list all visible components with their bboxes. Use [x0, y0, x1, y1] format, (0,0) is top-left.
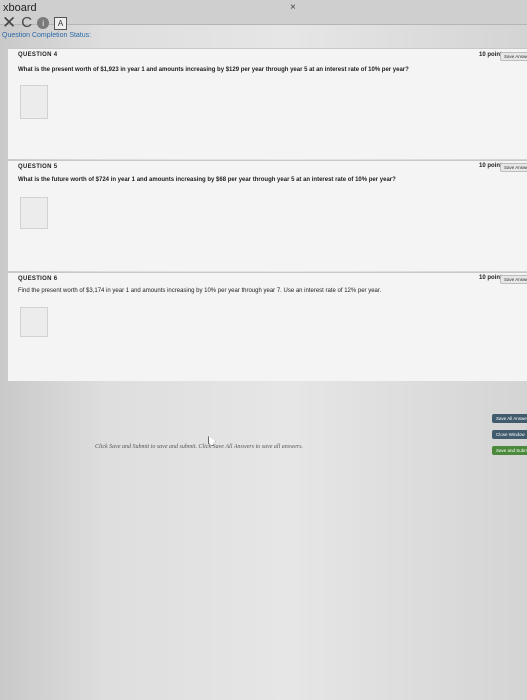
close-icon[interactable]: ✕ [2, 14, 16, 31]
save-all-answers-button[interactable]: Save All Answers [492, 414, 527, 423]
question-text: What is the future worth of $724 in year… [18, 177, 396, 183]
question-header: QUESTION 4 [18, 52, 58, 58]
save-answer-button[interactable]: Save Answer [500, 163, 527, 172]
submit-instructions: Click Save and Submit to save and submit… [95, 444, 303, 450]
font-icon[interactable]: A [54, 16, 68, 30]
browser-chrome [0, 0, 527, 25]
question-card-6: QUESTION 6 Find the present worth of $3,… [8, 272, 527, 381]
question-header: QUESTION 5 [18, 164, 58, 170]
tab-close-icon[interactable]: × [290, 2, 296, 13]
question-card-4: QUESTION 4 What is the present worth of … [8, 48, 527, 159]
question-text: Find the present worth of $3,174 in year… [18, 288, 382, 294]
toolbar: ✕ C i A [2, 14, 68, 31]
question-card-5: QUESTION 5 What is the future worth of $… [8, 160, 527, 271]
answer-input[interactable] [20, 197, 48, 229]
answer-input[interactable] [20, 307, 48, 337]
answer-input[interactable] [20, 85, 48, 119]
reload-icon[interactable]: C [21, 15, 32, 31]
save-answer-button[interactable]: Save Answer [500, 275, 527, 284]
close-window-button[interactable]: Close Window [492, 430, 527, 439]
info-icon[interactable]: i [37, 17, 50, 29]
save-and-submit-button[interactable]: Save and Submit [492, 446, 527, 455]
question-text: What is the present worth of $1,923 in y… [18, 67, 409, 73]
question-header: QUESTION 6 [18, 276, 58, 282]
save-answer-button[interactable]: Save Answer [500, 52, 527, 61]
completion-status-link[interactable]: Question Completion Status: [2, 32, 91, 39]
